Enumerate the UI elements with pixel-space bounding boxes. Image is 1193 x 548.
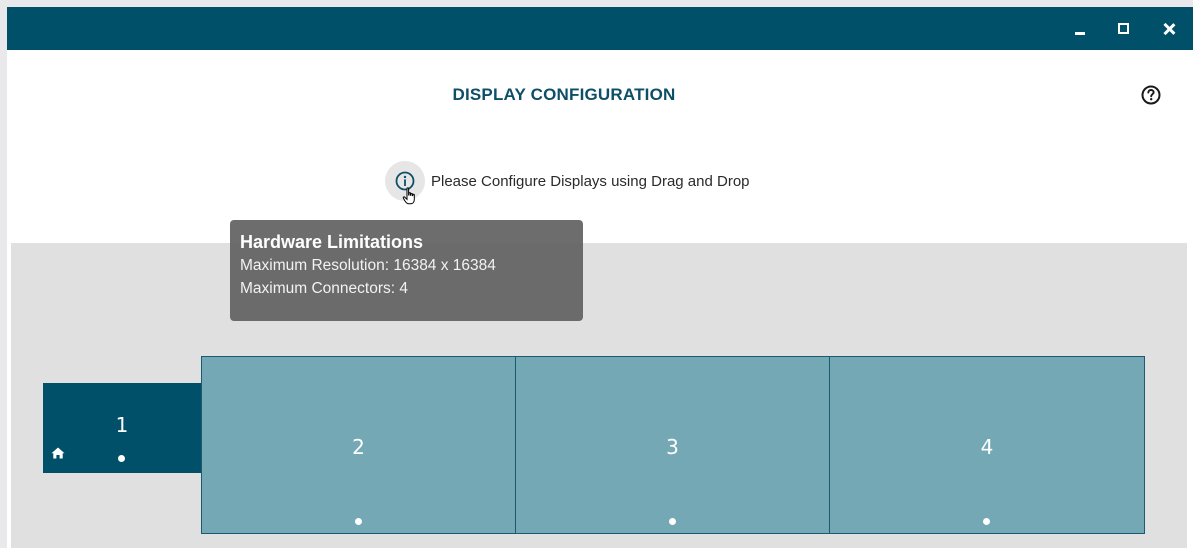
display-1[interactable]: 1 [43, 383, 201, 473]
maximize-icon [1117, 23, 1129, 34]
display-3[interactable]: 3 [515, 356, 830, 534]
info-row: Please Configure Displays using Drag and… [385, 161, 750, 205]
info-button[interactable] [385, 161, 425, 205]
maximize-button[interactable] [1105, 7, 1141, 50]
display-label: 1 [115, 413, 129, 437]
minimize-icon [1075, 31, 1085, 35]
connector-dot-icon [669, 518, 676, 525]
connector-dot-icon [118, 455, 125, 462]
tooltip-max-connectors: Maximum Connectors: 4 [240, 280, 408, 297]
help-circle-icon [1141, 85, 1161, 105]
display-label: 4 [980, 435, 994, 459]
close-icon [1163, 23, 1175, 35]
display-label: 2 [352, 435, 365, 459]
hand-pointer-icon [402, 187, 415, 205]
tooltip-title: Hardware Limitations [240, 232, 424, 252]
display-label: 3 [666, 435, 679, 459]
page-title: DISPLAY CONFIGURATION [452, 85, 676, 104]
connector-dot-icon [355, 518, 362, 525]
connector-dot-icon [983, 518, 990, 525]
hardware-limitations-tooltip: Hardware Limitations Maximum Resolution:… [230, 220, 583, 321]
tooltip-max-resolution: Maximum Resolution: 16384 x 16384 [240, 257, 496, 274]
display-2[interactable]: 2 [201, 356, 516, 534]
display-config-window: DISPLAY CONFIGURATION Please Configure D… [7, 7, 1193, 548]
info-text: Please Configure Displays using Drag and… [431, 172, 750, 190]
title-bar[interactable] [7, 7, 1193, 50]
home-icon [51, 447, 65, 459]
help-button[interactable] [1140, 84, 1162, 106]
close-button[interactable] [1151, 7, 1187, 50]
display-4[interactable]: 4 [829, 356, 1145, 534]
minimize-button[interactable] [1062, 7, 1098, 50]
